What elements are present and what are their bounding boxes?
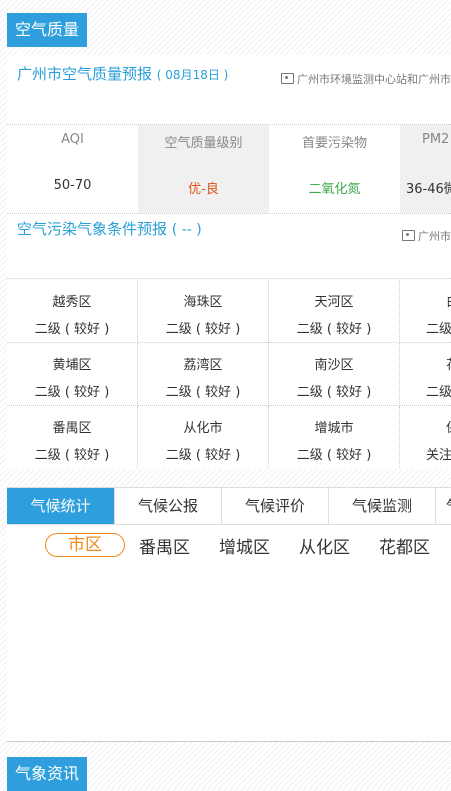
primary-pollutant-column: 首要污染物 二氧化氮 bbox=[269, 125, 400, 213]
air-forecast-panel: 广州市空气质量预报 ( 08月18日 ) 广州市环境监测中心站和广州市 AQI … bbox=[7, 55, 451, 213]
climate-panel: 气候统计气候公报气候评价气候监测气 市区番禺区增城区从化区花都区 bbox=[7, 487, 451, 742]
meteo-title-text: 空气污染气象条件预报 bbox=[17, 220, 168, 238]
meteo-source: 广州市 bbox=[402, 228, 451, 244]
forecast-source: 广州市环境监测中心站和广州市 bbox=[281, 71, 451, 87]
quality-level-header: 空气质量级别 bbox=[164, 136, 243, 151]
quality-level-value: 优-良 bbox=[188, 182, 219, 197]
climate-subtab[interactable]: 从化区 bbox=[299, 533, 350, 558]
district-cell[interactable]: 天河区二级 ( 较好 ) bbox=[269, 280, 400, 343]
district-name: 南沙区 bbox=[314, 358, 354, 373]
air-quality-section-tag: 空气质量 bbox=[7, 13, 88, 47]
climate-subtab[interactable]: 花都区 bbox=[379, 533, 430, 558]
district-name: 黄埔区 bbox=[52, 358, 92, 373]
district-cell[interactable]: 增城市二级 ( 较好 ) bbox=[269, 406, 400, 468]
primary-pollutant-header: 首要污染物 bbox=[301, 136, 367, 151]
district-grade: 二级 ( 较好 ) bbox=[34, 385, 110, 400]
district-grade: 二级 ( 较好 ) bbox=[165, 322, 241, 337]
meteo-source-text: 广州市 bbox=[418, 230, 451, 243]
climate-subtab[interactable]: 番禺区 bbox=[139, 533, 190, 558]
weather-news-section-tag: 气象资讯 bbox=[7, 757, 88, 791]
monitor-icon bbox=[402, 230, 415, 241]
quality-level-column: 空气质量级别 优-良 bbox=[138, 125, 269, 213]
primary-pollutant-value: 二氧化氮 bbox=[308, 182, 361, 197]
district-name: 番禺区 bbox=[52, 421, 92, 436]
district-grade: 二级 ( 较好 ) bbox=[296, 385, 372, 400]
district-cell[interactable]: 越秀区二级 ( 较好 ) bbox=[7, 280, 138, 343]
district-grade: 二级 bbox=[426, 385, 451, 400]
district-name: 花 bbox=[446, 354, 451, 373]
district-grade: 二级 ( 较好 ) bbox=[34, 448, 110, 463]
district-grid: 越秀区二级 ( 较好 )海珠区二级 ( 较好 )天河区二级 ( 较好 )白二级黄… bbox=[7, 280, 451, 469]
district-name: 海珠区 bbox=[183, 295, 223, 310]
district-cell[interactable]: 海珠区二级 ( 较好 ) bbox=[138, 280, 269, 343]
meteo-title[interactable]: 空气污染气象条件预报 ( -- ) bbox=[17, 218, 202, 239]
aqi-value: 50-70 bbox=[53, 178, 92, 193]
aqi-column: AQI 50-70 bbox=[7, 125, 138, 213]
district-grade: 二级 ( 较好 ) bbox=[296, 322, 372, 337]
district-name: 从化市 bbox=[183, 421, 223, 436]
meteo-forecast-panel: 空气污染气象条件预报 ( -- ) 广州市 越秀区 二级 ( 较好 ) 海珠区 二级 … bbox=[7, 213, 451, 469]
district-name: 增城市 bbox=[314, 421, 354, 436]
district-grade: 二级 ( 较好 ) bbox=[34, 322, 110, 337]
district-grade: 二级 ( 较好 ) bbox=[165, 448, 241, 463]
district-name: 天河区 bbox=[314, 295, 354, 310]
district-cell[interactable]: 荔湾区二级 ( 较好 ) bbox=[138, 343, 269, 406]
district-cell[interactable]: 从化市二级 ( 较好 ) bbox=[138, 406, 269, 468]
district-name: 保 bbox=[446, 417, 451, 436]
climate-subtab[interactable]: 增城区 bbox=[219, 533, 270, 558]
aqi-header: AQI bbox=[61, 132, 84, 147]
climate-subtab[interactable]: 市区 bbox=[45, 533, 125, 557]
district-cell[interactable]: 花二级 bbox=[400, 343, 451, 406]
pm25-header: PM2 bbox=[422, 132, 450, 147]
district-cell[interactable]: 白二级 bbox=[400, 280, 451, 343]
district-grade: 关注 bbox=[426, 448, 451, 463]
district-name: 荔湾区 bbox=[183, 358, 223, 373]
climate-subtab-bar: 市区 番禺区 增城区 从化区 花都区 bbox=[7, 488, 451, 568]
district-grade: 二级 bbox=[426, 322, 451, 337]
aqi-table: AQI 50-70 空气质量级别 优-良 首要污染物 二氧化氮 PM2 36-4… bbox=[7, 125, 451, 213]
forecast-date: ( 08月18日 ) bbox=[156, 68, 229, 82]
forecast-source-text: 广州市环境监测中心站和广州市 bbox=[297, 73, 451, 86]
district-name: 白 bbox=[446, 291, 451, 310]
district-cell[interactable]: 保关注 bbox=[400, 406, 451, 468]
forecast-title[interactable]: 广州市空气质量预报 ( 08月18日 ) bbox=[17, 63, 228, 84]
forecast-city-title: 广州市空气质量预报 bbox=[17, 65, 153, 83]
pm25-value: 36-46微 bbox=[406, 182, 451, 197]
district-grade: 二级 ( 较好 ) bbox=[296, 448, 372, 463]
monitor-icon bbox=[281, 73, 294, 84]
district-cell[interactable]: 黄埔区二级 ( 较好 ) bbox=[7, 343, 138, 406]
district-grade: 二级 ( 较好 ) bbox=[165, 385, 241, 400]
pm25-column: PM2 36-46微 bbox=[400, 125, 451, 213]
meteo-date: ( -- ) bbox=[171, 222, 202, 238]
district-cell[interactable]: 南沙区二级 ( 较好 ) bbox=[269, 343, 400, 406]
district-name: 越秀区 bbox=[52, 295, 92, 310]
district-cell[interactable]: 番禺区二级 ( 较好 ) bbox=[7, 406, 138, 468]
